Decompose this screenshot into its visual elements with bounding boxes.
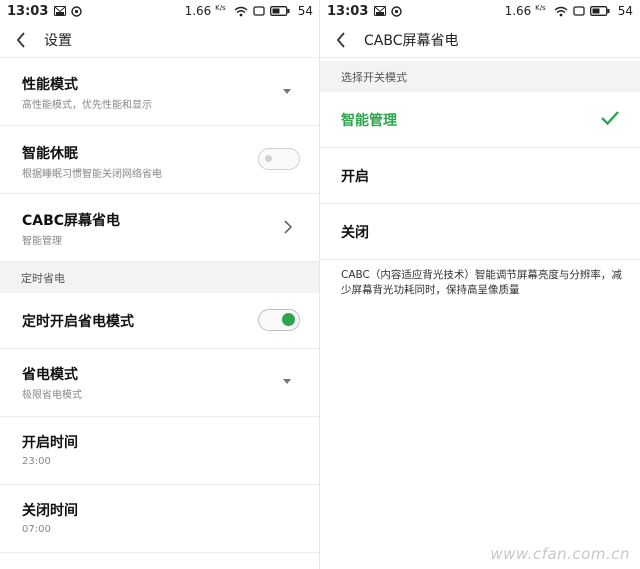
row-label: 智能休眠: [22, 146, 78, 162]
page-title: CABC屏幕省电: [364, 32, 459, 49]
battery-icon: [589, 6, 610, 16]
page-title: 设置: [44, 32, 72, 49]
row-label: 省电模式: [22, 367, 78, 383]
row-label: 开启时间: [22, 435, 78, 451]
back-button[interactable]: [320, 22, 354, 58]
title-bar: CABC屏幕省电: [320, 22, 640, 58]
settings-screen: 13:03 1.66 K/s 54 设置 性能模式 高性能模式，优先性能和显示: [0, 0, 320, 569]
checkmark-icon: [601, 111, 619, 126]
mail-icon: [374, 6, 387, 16]
option-off[interactable]: 关闭: [320, 204, 640, 260]
status-time: 13:03: [327, 3, 369, 19]
back-arrow-icon: [336, 31, 345, 48]
back-button[interactable]: [0, 22, 34, 58]
option-on[interactable]: 开启: [320, 148, 640, 204]
row-label: CABC屏幕省电: [22, 213, 121, 229]
chevron-right-icon: [284, 220, 292, 234]
status-bar: 13:03 1.66 K/s 54: [320, 0, 640, 22]
section-header: 选择开关模式: [320, 61, 640, 92]
row-label: 定时开启省电模式: [22, 314, 134, 330]
end-time-row[interactable]: 关闭时间 07:00: [0, 485, 320, 553]
status-bar: 13:03 1.66 K/s 54: [0, 0, 320, 22]
mail-icon: [54, 6, 67, 16]
title-bar: 设置: [0, 22, 320, 58]
cabc-description: CABC（内容适应背光技术）智能调节屏幕亮度与分辨率，减少屏幕背光功耗同时，保持…: [341, 269, 622, 296]
battery-level: 54: [297, 4, 313, 18]
start-time-row[interactable]: 开启时间 23:00: [0, 417, 320, 485]
battery-level: 54: [617, 4, 633, 18]
rotate-icon: [253, 6, 265, 16]
battery-icon: [269, 6, 290, 16]
option-label: 关闭: [341, 224, 369, 241]
cabc-screen: 13:03 1.66 K/s 54 CABC屏幕省电 选择开关模式 智能管理 开…: [320, 0, 640, 569]
dropdown-caret-icon: [283, 89, 291, 94]
row-sub: 智能管理: [22, 236, 62, 247]
sync-icon: [391, 5, 403, 17]
rotate-icon: [573, 6, 585, 16]
network-speed: 1.66 K/s: [184, 4, 226, 18]
sync-icon: [71, 5, 83, 17]
option-label: 智能管理: [341, 112, 397, 129]
smart-sleep-toggle[interactable]: [258, 148, 300, 170]
scheduled-saving-row: 定时开启省电模式: [0, 293, 320, 349]
performance-mode-row[interactable]: 性能模式 高性能模式，优先性能和显示: [0, 58, 320, 126]
back-arrow-icon: [16, 31, 25, 48]
smart-sleep-row: 智能休眠 根据睡眠习惯智能关闭网络省电: [0, 126, 320, 194]
row-sub: 根据睡眠习惯智能关闭网络省电: [22, 169, 162, 180]
network-speed: 1.66 K/s: [504, 4, 546, 18]
row-sub: 23:00: [22, 456, 51, 467]
watermark: www.cfan.com.cn: [490, 545, 630, 563]
scheduled-saving-toggle[interactable]: [258, 309, 300, 331]
section-header: 定时省电: [0, 262, 320, 293]
row-label: 性能模式: [22, 77, 78, 93]
option-label: 开启: [341, 168, 369, 185]
status-time: 13:03: [7, 3, 49, 19]
row-sub: 极限省电模式: [22, 390, 82, 401]
saving-mode-row[interactable]: 省电模式 极限省电模式: [0, 349, 320, 417]
wifi-icon: [554, 6, 568, 17]
row-sub: 07:00: [22, 524, 51, 535]
wifi-icon: [234, 6, 248, 17]
dropdown-caret-icon: [283, 379, 291, 384]
option-smart[interactable]: 智能管理: [320, 92, 640, 148]
row-sub: 高性能模式，优先性能和显示: [22, 100, 152, 111]
row-label: 关闭时间: [22, 503, 78, 519]
cabc-row[interactable]: CABC屏幕省电 智能管理: [0, 194, 320, 262]
